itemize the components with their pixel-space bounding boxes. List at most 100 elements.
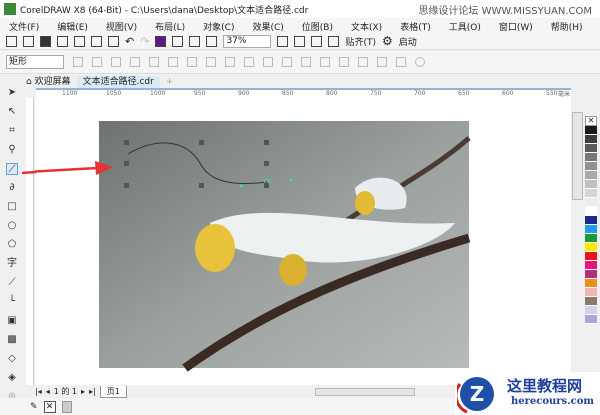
color-swatch[interactable] xyxy=(585,279,597,288)
prev-page-icon[interactable]: ◂ xyxy=(46,387,50,396)
new-icon[interactable] xyxy=(6,35,17,47)
outline-color-swatch[interactable] xyxy=(61,400,72,413)
node-tool-icon[interactable] xyxy=(225,57,235,67)
parallel-dimension-icon[interactable]: ⟋ xyxy=(6,277,18,289)
node-tool-icon[interactable] xyxy=(320,57,330,67)
color-swatch[interactable] xyxy=(585,225,597,234)
text-tool-icon[interactable]: 字 xyxy=(6,258,18,270)
ellipse-tool-icon[interactable]: ○ xyxy=(6,220,18,232)
tab-welcome[interactable]: ⌂ 欢迎屏幕 xyxy=(20,76,77,88)
color-swatch[interactable] xyxy=(585,243,597,252)
color-swatch[interactable] xyxy=(585,153,597,162)
color-swatch[interactable] xyxy=(585,270,597,279)
import-icon[interactable] xyxy=(172,35,184,47)
menu-object[interactable]: 对象(C) xyxy=(194,20,243,33)
node-tool-icon[interactable] xyxy=(73,57,83,67)
polygon-tool-icon[interactable]: ⬠ xyxy=(6,239,18,251)
color-swatch[interactable] xyxy=(585,234,597,243)
menu-bitmap[interactable]: 位图(B) xyxy=(293,20,342,33)
color-swatch[interactable] xyxy=(585,171,597,180)
menu-window[interactable]: 窗口(W) xyxy=(490,20,542,33)
open-icon[interactable] xyxy=(23,35,34,47)
node-tool-icon[interactable] xyxy=(263,57,273,67)
paste-icon[interactable] xyxy=(108,35,119,47)
pdf-icon[interactable] xyxy=(206,35,218,47)
node-tool-icon[interactable] xyxy=(168,57,178,67)
color-swatch[interactable] xyxy=(585,261,597,270)
redo-icon[interactable]: ↷ xyxy=(140,35,149,48)
artistic-media-icon[interactable]: ∂ xyxy=(6,182,18,194)
freehand-tool-icon[interactable]: ⟋ xyxy=(6,163,18,175)
color-swatch[interactable] xyxy=(585,306,597,315)
node-tool-icon[interactable] xyxy=(244,57,254,67)
vertical-scrollbar[interactable] xyxy=(572,112,583,200)
drawing-canvas[interactable] xyxy=(24,98,571,385)
zoom-level-select[interactable]: 37% xyxy=(223,34,272,48)
page-tab[interactable]: 页1 xyxy=(99,385,127,398)
shape-select[interactable]: 矩形 xyxy=(6,55,64,69)
snap-to-dropdown[interactable]: 贴齐(T) xyxy=(345,35,376,48)
zoom-tool-icon[interactable]: ⚲ xyxy=(6,144,18,156)
menu-view[interactable]: 视图(V) xyxy=(97,20,146,33)
menu-edit[interactable]: 编辑(E) xyxy=(48,20,97,33)
menu-text[interactable]: 文本(X) xyxy=(342,20,391,33)
first-page-icon[interactable]: |◂ xyxy=(35,387,42,396)
node-tool-icon[interactable] xyxy=(149,57,159,67)
rulers-icon[interactable] xyxy=(294,35,306,47)
guidelines-icon[interactable] xyxy=(328,35,340,47)
color-swatch[interactable] xyxy=(585,252,597,261)
color-swatch[interactable] xyxy=(585,198,597,207)
corel-connect-icon[interactable] xyxy=(155,35,167,47)
node-tool-icon[interactable] xyxy=(301,57,311,67)
horizontal-scrollbar[interactable] xyxy=(315,388,415,396)
add-icon[interactable] xyxy=(415,57,425,67)
node-tool-icon[interactable] xyxy=(358,57,368,67)
color-swatch[interactable] xyxy=(585,180,597,189)
menu-help[interactable]: 帮助(H) xyxy=(542,20,592,33)
shape-tool-icon[interactable]: ↖ xyxy=(6,106,18,118)
tab-document[interactable]: 文本适合路径.cdr xyxy=(76,76,160,88)
options-gear-icon[interactable]: ⚙ xyxy=(382,34,393,48)
node-tool-icon[interactable] xyxy=(377,57,387,67)
menu-file[interactable]: 文件(F) xyxy=(0,20,48,33)
drop-shadow-icon[interactable]: ▣ xyxy=(6,315,18,327)
menu-effects[interactable]: 效果(C) xyxy=(243,20,292,33)
color-swatch[interactable] xyxy=(585,216,597,225)
node-tool-icon[interactable] xyxy=(396,57,406,67)
interactive-fill-icon[interactable]: ◈ xyxy=(6,372,18,384)
last-page-icon[interactable]: ▸| xyxy=(89,387,96,396)
node-tool-icon[interactable] xyxy=(92,57,102,67)
connector-tool-icon[interactable]: └ xyxy=(6,296,18,308)
color-swatch[interactable] xyxy=(585,162,597,171)
node-tool-icon[interactable] xyxy=(282,57,292,67)
node-tool-icon[interactable] xyxy=(111,57,121,67)
node-tool-icon[interactable] xyxy=(206,57,216,67)
menu-table[interactable]: 表格(T) xyxy=(391,20,440,33)
color-swatch[interactable] xyxy=(585,144,597,153)
grid-icon[interactable] xyxy=(311,35,323,47)
launch-dropdown[interactable]: 启动 xyxy=(399,35,417,48)
undo-icon[interactable]: ↶ xyxy=(125,35,134,48)
crop-tool-icon[interactable]: ⌗ xyxy=(6,125,18,137)
node-tool-icon[interactable] xyxy=(339,57,349,67)
export-icon[interactable] xyxy=(189,35,201,47)
copy-icon[interactable] xyxy=(91,35,102,47)
eyedropper-icon[interactable]: ◇ xyxy=(6,353,18,365)
full-screen-icon[interactable] xyxy=(277,35,289,47)
color-swatch[interactable] xyxy=(585,315,597,324)
photo-wintersweet[interactable] xyxy=(99,121,471,372)
no-color-swatch[interactable]: ✕ xyxy=(585,116,597,126)
color-swatch[interactable] xyxy=(585,189,597,198)
color-swatch[interactable] xyxy=(585,297,597,306)
cut-icon[interactable] xyxy=(74,35,85,47)
eyedropper-icon[interactable]: ✎ xyxy=(30,402,38,412)
color-swatch[interactable] xyxy=(585,288,597,297)
color-swatch[interactable] xyxy=(585,135,597,144)
color-swatch[interactable] xyxy=(585,126,597,135)
color-swatch[interactable] xyxy=(585,207,597,216)
print-icon[interactable] xyxy=(57,35,68,47)
new-tab-plus-icon[interactable]: + xyxy=(160,76,180,88)
node-tool-icon[interactable] xyxy=(187,57,197,67)
rectangle-tool-icon[interactable]: □ xyxy=(6,201,18,213)
next-page-icon[interactable]: ▸ xyxy=(81,387,85,396)
